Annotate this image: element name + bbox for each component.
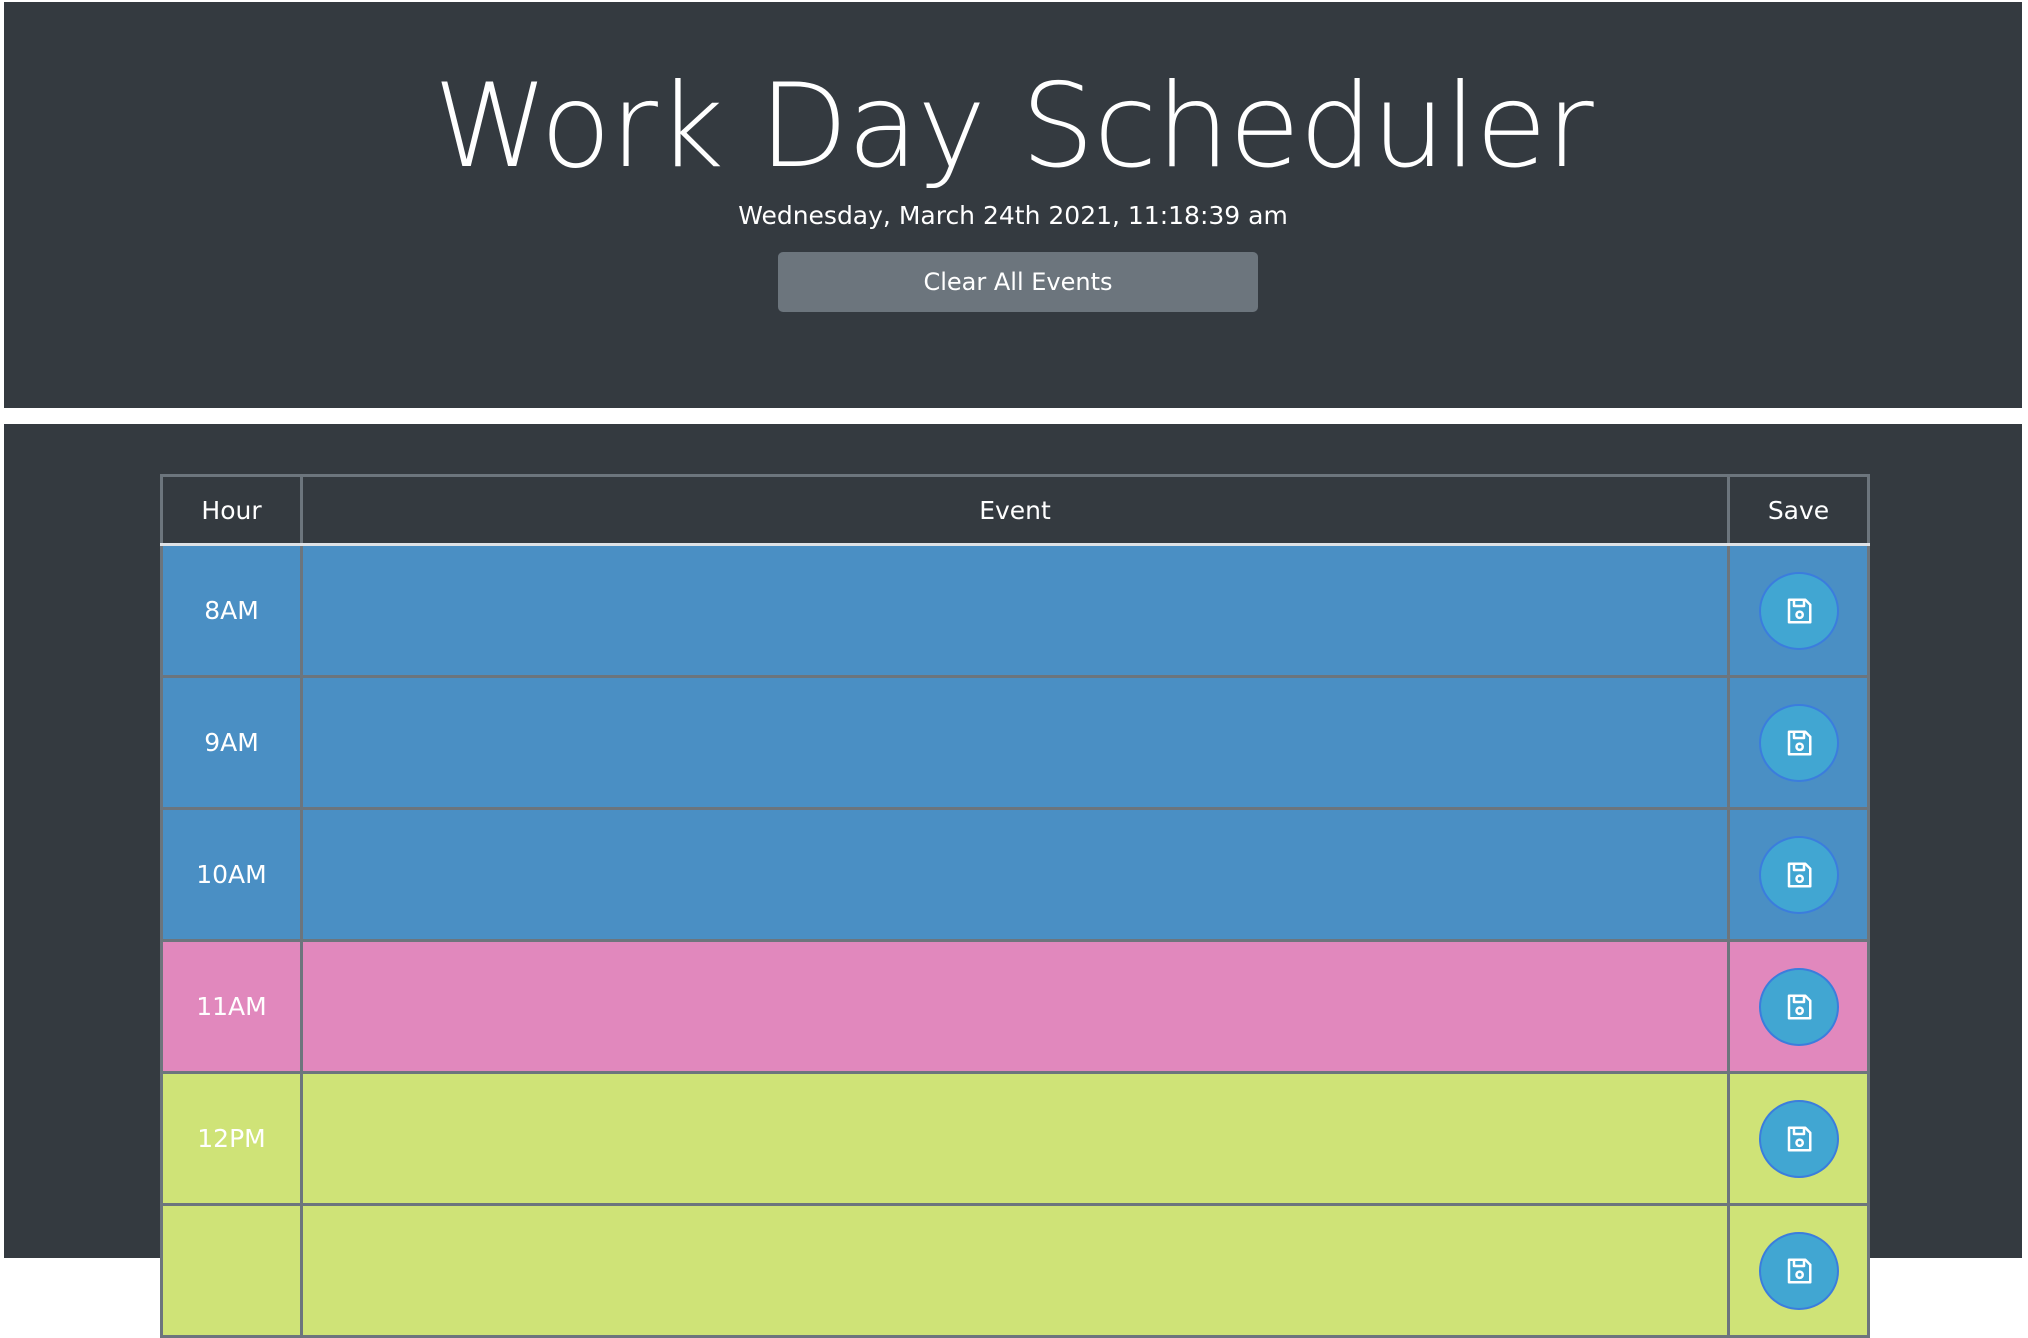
event-cell — [300, 675, 1730, 810]
floppy-disk-icon — [1787, 598, 1811, 623]
event-cell — [300, 807, 1730, 942]
time-block-12pm: 12PM — [160, 1071, 1870, 1206]
event-input[interactable] — [303, 678, 1727, 807]
save-button[interactable] — [1758, 967, 1839, 1046]
time-block-8am: 8AM — [160, 543, 1870, 678]
event-cell — [300, 543, 1730, 678]
save-button[interactable] — [1758, 703, 1839, 782]
event-cell — [300, 939, 1730, 1074]
save-cell — [1727, 543, 1870, 678]
event-input[interactable] — [303, 1206, 1727, 1335]
save-cell — [1727, 939, 1870, 1074]
event-column-header: Event — [300, 474, 1730, 546]
current-datetime: Wednesday, March 24th 2021, 11:18:39 am — [738, 201, 1288, 230]
page-title: Work Day Scheduler — [433, 59, 1593, 194]
floppy-disk-icon — [1787, 730, 1811, 755]
clear-all-events-button[interactable]: Clear All Events — [778, 252, 1258, 312]
floppy-disk-icon — [1787, 994, 1811, 1019]
hour-label: 10AM — [160, 807, 303, 942]
save-column-header: Save — [1727, 474, 1870, 546]
save-cell — [1727, 1071, 1870, 1206]
event-cell — [300, 1071, 1730, 1206]
floppy-disk-icon — [1787, 1126, 1811, 1151]
time-block-9am: 9AM — [160, 675, 1870, 810]
save-button[interactable] — [1758, 1231, 1839, 1310]
save-button[interactable] — [1758, 835, 1839, 914]
page-header: Work Day Scheduler Wednesday, March 24th… — [4, 2, 2022, 408]
floppy-disk-icon — [1787, 862, 1811, 887]
scheduler-container: Hour Event Save 8AM 9AM 10AM 11AM 12PM — [4, 424, 2022, 1338]
save-cell — [1727, 807, 1870, 942]
hour-label — [160, 1203, 303, 1338]
table-header-row: Hour Event Save — [160, 474, 1870, 546]
time-block-10am: 10AM — [160, 807, 1870, 942]
hour-label: 11AM — [160, 939, 303, 1074]
floppy-disk-icon — [1787, 1258, 1811, 1283]
hour-column-header: Hour — [160, 474, 303, 546]
event-cell — [300, 1203, 1730, 1338]
event-input[interactable] — [303, 1074, 1727, 1203]
save-button[interactable] — [1758, 1099, 1839, 1178]
event-input[interactable] — [303, 546, 1727, 675]
time-block-next — [160, 1203, 1870, 1338]
hour-label: 12PM — [160, 1071, 303, 1206]
event-input[interactable] — [303, 942, 1727, 1071]
time-block-11am: 11AM — [160, 939, 1870, 1074]
event-input[interactable] — [303, 810, 1727, 939]
schedule-table: Hour Event Save 8AM 9AM 10AM 11AM 12PM — [160, 474, 1870, 1338]
save-cell — [1727, 1203, 1870, 1338]
hour-label: 9AM — [160, 675, 303, 810]
hour-label: 8AM — [160, 543, 303, 678]
save-button[interactable] — [1758, 571, 1839, 650]
save-cell — [1727, 675, 1870, 810]
